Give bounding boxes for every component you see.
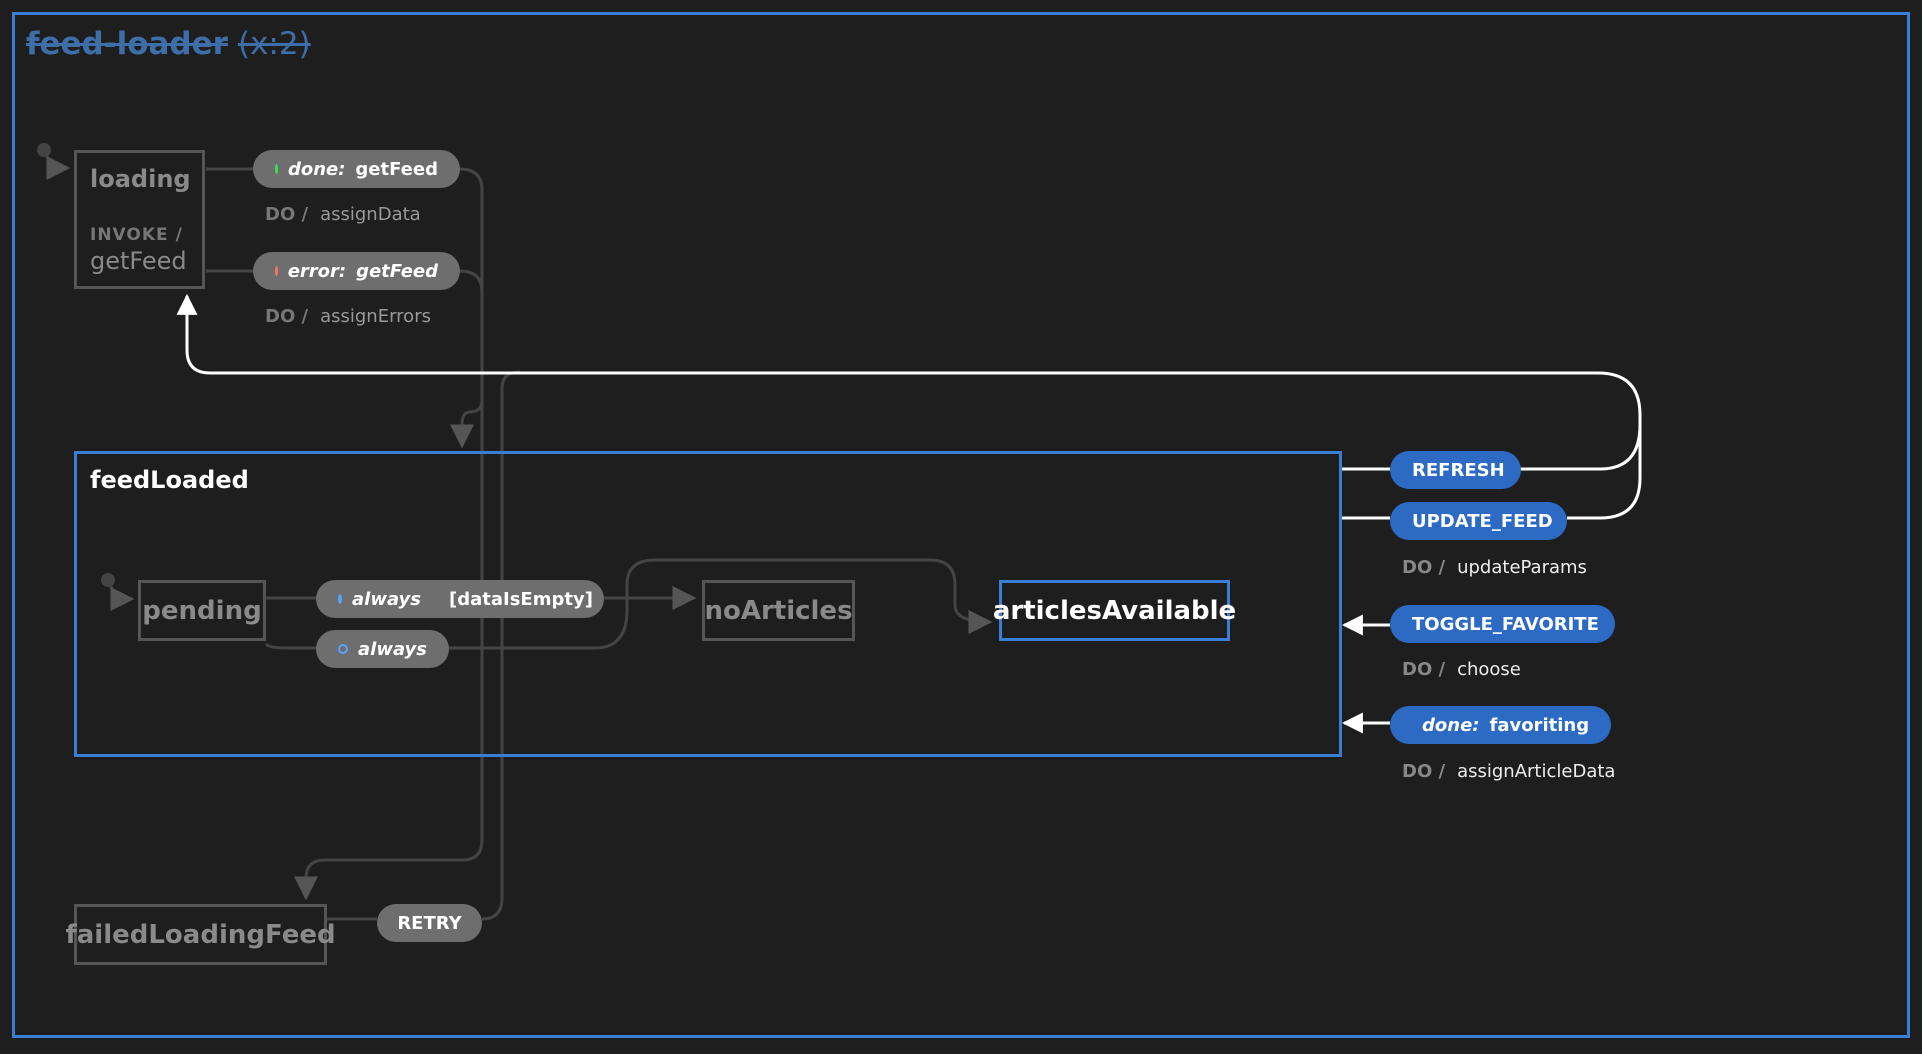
event-label: TOGGLE_FAVORITE — [1412, 613, 1599, 635]
event-label: UPDATE_FEED — [1412, 510, 1553, 532]
action-assign-errors: DO / assignErrors — [265, 306, 431, 327]
state-articlesavailable[interactable]: articlesAvailable — [993, 580, 1236, 641]
machine-title[interactable]: feed-loader (x:2) — [26, 26, 311, 62]
action-name: updateParams — [1457, 557, 1587, 578]
do-keyword: DO / — [265, 204, 309, 225]
invoke-keyword: INVOKE / — [90, 225, 183, 245]
event-toggle-favorite[interactable]: TOGGLE_FAVORITE — [1390, 605, 1615, 643]
state-label: feedLoaded — [90, 466, 249, 494]
event-retry[interactable]: RETRY — [377, 904, 482, 942]
state-label: noArticles — [704, 595, 853, 626]
event-always-dataisempty[interactable]: always [dataIsEmpty] — [316, 580, 604, 618]
state-label: loading — [90, 165, 191, 193]
action-name: assignArticleData — [1457, 761, 1616, 782]
state-label: articlesAvailable — [992, 595, 1237, 626]
event-refresh[interactable]: REFRESH — [1390, 451, 1521, 489]
done-dot-icon — [275, 164, 278, 174]
action-assign-data: DO / assignData — [265, 204, 421, 225]
state-pending[interactable]: pending — [138, 580, 266, 641]
action-assign-article-data: DO / assignArticleData — [1402, 761, 1615, 782]
do-keyword: DO / — [1402, 761, 1446, 782]
do-keyword: DO / — [265, 306, 309, 327]
machine-id: feed-loader — [26, 26, 228, 62]
action-choose: DO / choose — [1402, 659, 1521, 680]
event-error-getfeed[interactable]: error: getFeed — [253, 252, 460, 290]
event-update-feed[interactable]: UPDATE_FEED — [1390, 502, 1567, 540]
do-keyword: DO / — [1402, 659, 1446, 680]
event-target: getFeed — [355, 158, 438, 180]
event-kind: always — [352, 588, 421, 610]
state-loading[interactable]: loading INVOKE / getFeed — [74, 150, 205, 289]
state-noarticles[interactable]: noArticles — [702, 580, 855, 641]
event-done-favoriting[interactable]: done: favoriting — [1390, 706, 1611, 744]
error-dot-icon — [275, 266, 278, 276]
event-target: getFeed — [356, 260, 438, 282]
action-name: assignData — [320, 204, 421, 225]
action-name: assignErrors — [320, 306, 431, 327]
event-label: RETRY — [397, 912, 462, 934]
event-always[interactable]: always — [316, 630, 449, 668]
event-target: favoriting — [1489, 714, 1590, 736]
state-label: pending — [142, 595, 262, 626]
action-update-params: DO / updateParams — [1402, 557, 1587, 578]
event-kind: done: — [1422, 714, 1480, 736]
event-kind: always — [358, 638, 427, 660]
action-name: choose — [1457, 659, 1521, 680]
event-label: REFRESH — [1412, 459, 1505, 481]
event-kind: error: — [287, 260, 347, 282]
state-label: failedLoadingFeed — [65, 919, 336, 950]
invoke-source: getFeed — [90, 247, 187, 275]
always-dot-icon — [338, 594, 342, 604]
state-failedloadingfeed[interactable]: failedLoadingFeed — [65, 904, 336, 965]
always-dot-icon — [338, 644, 348, 654]
event-guard: [dataIsEmpty] — [449, 588, 593, 610]
event-done-getfeed[interactable]: done: getFeed — [253, 150, 460, 188]
do-keyword: DO / — [1402, 557, 1446, 578]
instance-count: (x:2) — [237, 26, 311, 62]
event-kind: done: — [287, 158, 346, 180]
